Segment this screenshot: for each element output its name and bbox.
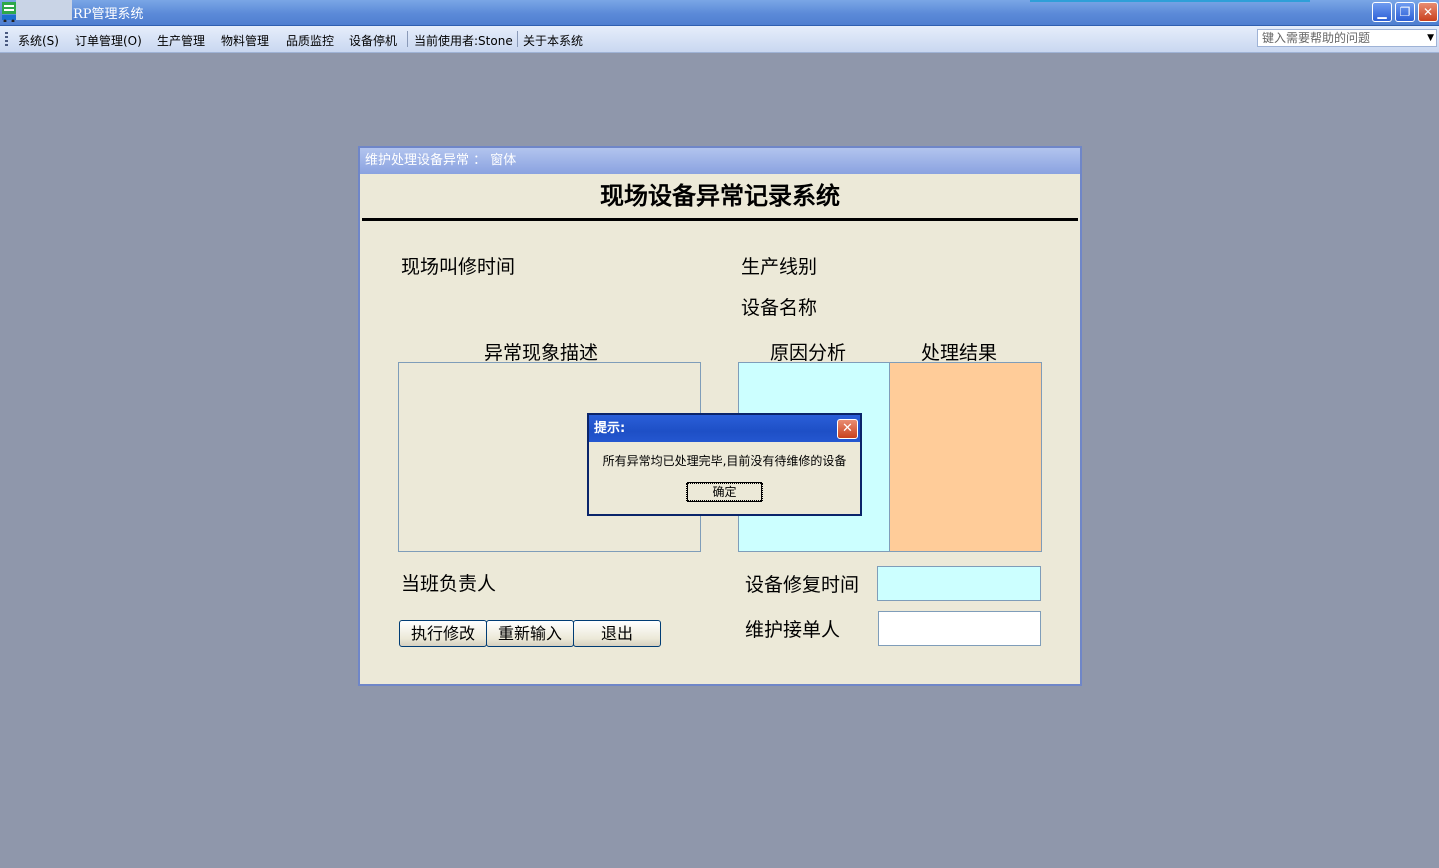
dialog-ok-label: 确定 — [686, 483, 763, 501]
line-label: 生产线别 — [741, 256, 818, 278]
result-textarea[interactable] — [889, 362, 1042, 552]
menu-item-downtime[interactable]: 设备停机 — [349, 32, 397, 49]
notice-dialog: 提示: ✕ 所有异常均已处理完毕,目前没有待维修的设备 确定 — [587, 413, 862, 516]
cause-label: 原因分析 — [770, 342, 847, 364]
restore-button[interactable]: ❐ — [1395, 2, 1415, 22]
receiver-field[interactable] — [878, 611, 1041, 646]
dialog-close-icon[interactable]: ✕ — [837, 419, 858, 439]
execute-modify-button[interactable]: 执行修改 — [399, 620, 487, 647]
menu-item-system[interactable]: 系统(S) — [18, 32, 59, 49]
app-titlebar: RP管理系统 ▁ ❐ ✕ — [0, 0, 1439, 26]
app-title: RP管理系统 — [73, 7, 144, 22]
dialog-message: 所有异常均已处理完毕,目前没有待维修的设备 — [602, 454, 847, 468]
help-placeholder: 键入需要帮助的问题 — [1262, 31, 1371, 45]
dialog-title: 提示: — [589, 415, 860, 442]
close-button[interactable]: ✕ — [1418, 2, 1438, 22]
equipment-label: 设备名称 — [741, 297, 818, 319]
menu-bar: 系统(S) 订单管理(O) 生产管理 物料管理 品质监控 设备停机 当前使用者:… — [0, 26, 1439, 53]
dropdown-arrow-icon[interactable]: ▼ — [1427, 30, 1434, 46]
current-user-label: 当前使用者:Stone — [414, 34, 513, 48]
receiver-label: 维护接单人 — [745, 619, 841, 641]
result-label: 处理结果 — [921, 342, 998, 364]
shift-lead-label: 当班负责人 — [401, 573, 497, 595]
reset-input-button[interactable]: 重新输入 — [486, 620, 574, 647]
help-search-input[interactable]: 键入需要帮助的问题 ▼ — [1257, 29, 1437, 47]
exit-button[interactable]: 退出 — [573, 620, 661, 647]
menu-grip-icon[interactable] — [5, 32, 8, 46]
description-label: 异常现象描述 — [484, 342, 599, 364]
dialog-ok-button[interactable]: 确定 — [686, 482, 763, 502]
menu-item-materials[interactable]: 物料管理 — [221, 32, 269, 49]
app-title-accent — [1030, 0, 1310, 2]
menu-item-orders[interactable]: 订单管理(O) — [75, 32, 142, 49]
heading-divider — [362, 218, 1078, 221]
call-time-label: 现场叫修时间 — [401, 256, 516, 278]
app-logo-bar — [16, 0, 72, 20]
menu-item-about[interactable]: 关于本系统 — [523, 32, 583, 49]
app-logo-icon — [2, 2, 16, 22]
menu-separator — [517, 31, 518, 47]
minimize-button[interactable]: ▁ — [1372, 2, 1392, 22]
menu-item-quality[interactable]: 品质监控 — [286, 32, 334, 49]
menu-item-production[interactable]: 生产管理 — [157, 32, 205, 49]
menu-separator — [407, 31, 408, 47]
form-titlebar: 维护处理设备异常 ： 窗体 — [360, 148, 1080, 174]
form-heading: 现场设备异常记录系统 — [600, 181, 840, 210]
repair-time-label: 设备修复时间 — [745, 574, 860, 596]
repair-time-field[interactable] — [877, 566, 1041, 601]
